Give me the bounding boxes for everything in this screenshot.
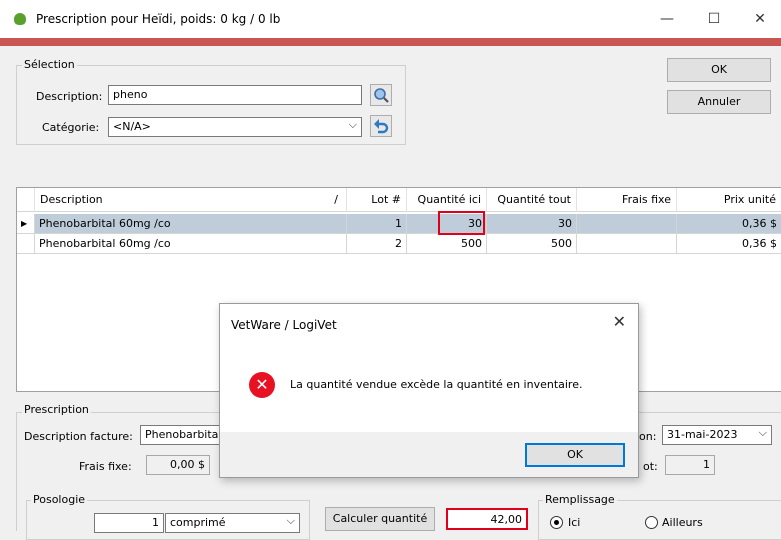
dialog-title: VetWare / LogiVet: [231, 318, 337, 332]
row-indicator-cell: [17, 234, 35, 254]
window-title: Prescription pour Heïdi, poids: 0 kg / 0…: [36, 12, 281, 26]
fixed-fee-input[interactable]: 0,00 $: [146, 455, 210, 475]
table-row[interactable]: ▶ Phenobarbital 60mg /co 1 30 30 0,36 $: [17, 214, 781, 234]
cancel-button[interactable]: Annuler: [667, 90, 771, 114]
filling-elsewhere-radio[interactable]: [645, 516, 658, 529]
invoice-description-label: Description facture:: [24, 430, 133, 443]
filling-elsewhere-label: Ailleurs: [662, 516, 703, 529]
fixed-fee-label: Frais fixe:: [79, 460, 132, 473]
row-indicator-icon: ▶: [17, 214, 35, 234]
calculate-quantity-button[interactable]: Calculer quantité: [325, 507, 435, 531]
title-bar: Prescription pour Heïdi, poids: 0 kg / 0…: [0, 0, 781, 38]
error-icon: ✕: [249, 372, 275, 398]
filling-here-label: Ici: [568, 516, 581, 529]
description-input[interactable]: pheno: [108, 85, 362, 105]
posology-quantity-input[interactable]: 1: [94, 513, 164, 533]
cell-qty-here[interactable]: 500: [407, 234, 487, 254]
category-select-value: <N/A>: [113, 120, 151, 133]
reset-category-button[interactable]: [370, 115, 392, 137]
column-header-description[interactable]: Description /: [35, 188, 347, 212]
filling-here-radio[interactable]: [550, 516, 563, 529]
cell-unit-price[interactable]: 0,36 $: [677, 214, 781, 234]
grid-header: Description / Lot # Quantité ici Quantit…: [17, 188, 781, 212]
lot-label: ot:: [643, 460, 658, 473]
filling-group-label: Remplissage: [543, 493, 617, 506]
cell-fixed-fee[interactable]: [577, 214, 677, 234]
cell-lot[interactable]: 2: [347, 234, 407, 254]
error-dialog: VetWare / LogiVet ✕ ✕ La quantité vendue…: [219, 303, 639, 478]
date-label: on:: [639, 430, 657, 443]
selection-group-label: Sélection: [22, 58, 77, 71]
category-label: Catégorie:: [42, 121, 100, 134]
posology-group-label: Posologie: [31, 493, 88, 506]
chevron-down-icon: ⌵: [348, 118, 357, 131]
date-picker[interactable]: 31-mai-2023 ⌵: [662, 425, 772, 445]
lot-input[interactable]: 1: [665, 455, 715, 475]
column-header-qty-all[interactable]: Quantité tout: [487, 188, 577, 212]
chevron-down-icon: ⌵: [758, 426, 767, 439]
dialog-ok-button[interactable]: OK: [525, 443, 625, 467]
date-picker-value: 31-mai-2023: [667, 428, 738, 441]
cell-qty-all[interactable]: 30: [487, 214, 577, 234]
table-row[interactable]: Phenobarbital 60mg /co 2 500 500 0,36 $: [17, 234, 781, 254]
column-header-fixed-fee[interactable]: Frais fixe: [577, 188, 677, 212]
sort-indicator: /: [334, 193, 338, 206]
description-label: Description:: [36, 90, 103, 103]
invoice-description-input[interactable]: Phenobarbita: [140, 425, 220, 445]
maximize-button[interactable]: ☐: [697, 8, 731, 30]
cell-description[interactable]: Phenobarbital 60mg /co: [35, 214, 347, 234]
app-icon: [14, 13, 26, 25]
cell-unit-price[interactable]: 0,36 $: [677, 234, 781, 254]
prescription-group-label: Prescription: [22, 403, 91, 416]
calculated-quantity-input[interactable]: 42,00: [446, 508, 528, 530]
qty-here-highlight: [438, 211, 485, 235]
dialog-message: La quantité vendue excède la quantité en…: [290, 378, 583, 391]
column-header-lot[interactable]: Lot #: [347, 188, 407, 212]
cell-qty-all[interactable]: 500: [487, 234, 577, 254]
posology-unit-select[interactable]: comprimé ⌵: [165, 513, 300, 533]
magnifier-icon: [374, 88, 389, 103]
minimize-button[interactable]: —: [650, 8, 684, 30]
category-select[interactable]: <N/A> ⌵: [108, 117, 362, 137]
cell-description[interactable]: Phenobarbital 60mg /co: [35, 234, 347, 254]
undo-arrow-icon: [374, 119, 389, 134]
accent-bar: [0, 38, 781, 46]
cell-lot[interactable]: 1: [347, 214, 407, 234]
column-header-unit-price[interactable]: Prix unité: [677, 188, 781, 212]
posology-unit-value: comprimé: [170, 516, 226, 529]
column-header-qty-here[interactable]: Quantité ici: [407, 188, 487, 212]
close-button[interactable]: ✕: [743, 8, 777, 30]
dialog-close-button[interactable]: ✕: [613, 312, 626, 331]
search-button[interactable]: [370, 84, 392, 106]
ok-button[interactable]: OK: [667, 58, 771, 82]
chevron-down-icon: ⌵: [286, 514, 295, 527]
grid-header-indicator: [17, 188, 35, 212]
cell-fixed-fee[interactable]: [577, 234, 677, 254]
